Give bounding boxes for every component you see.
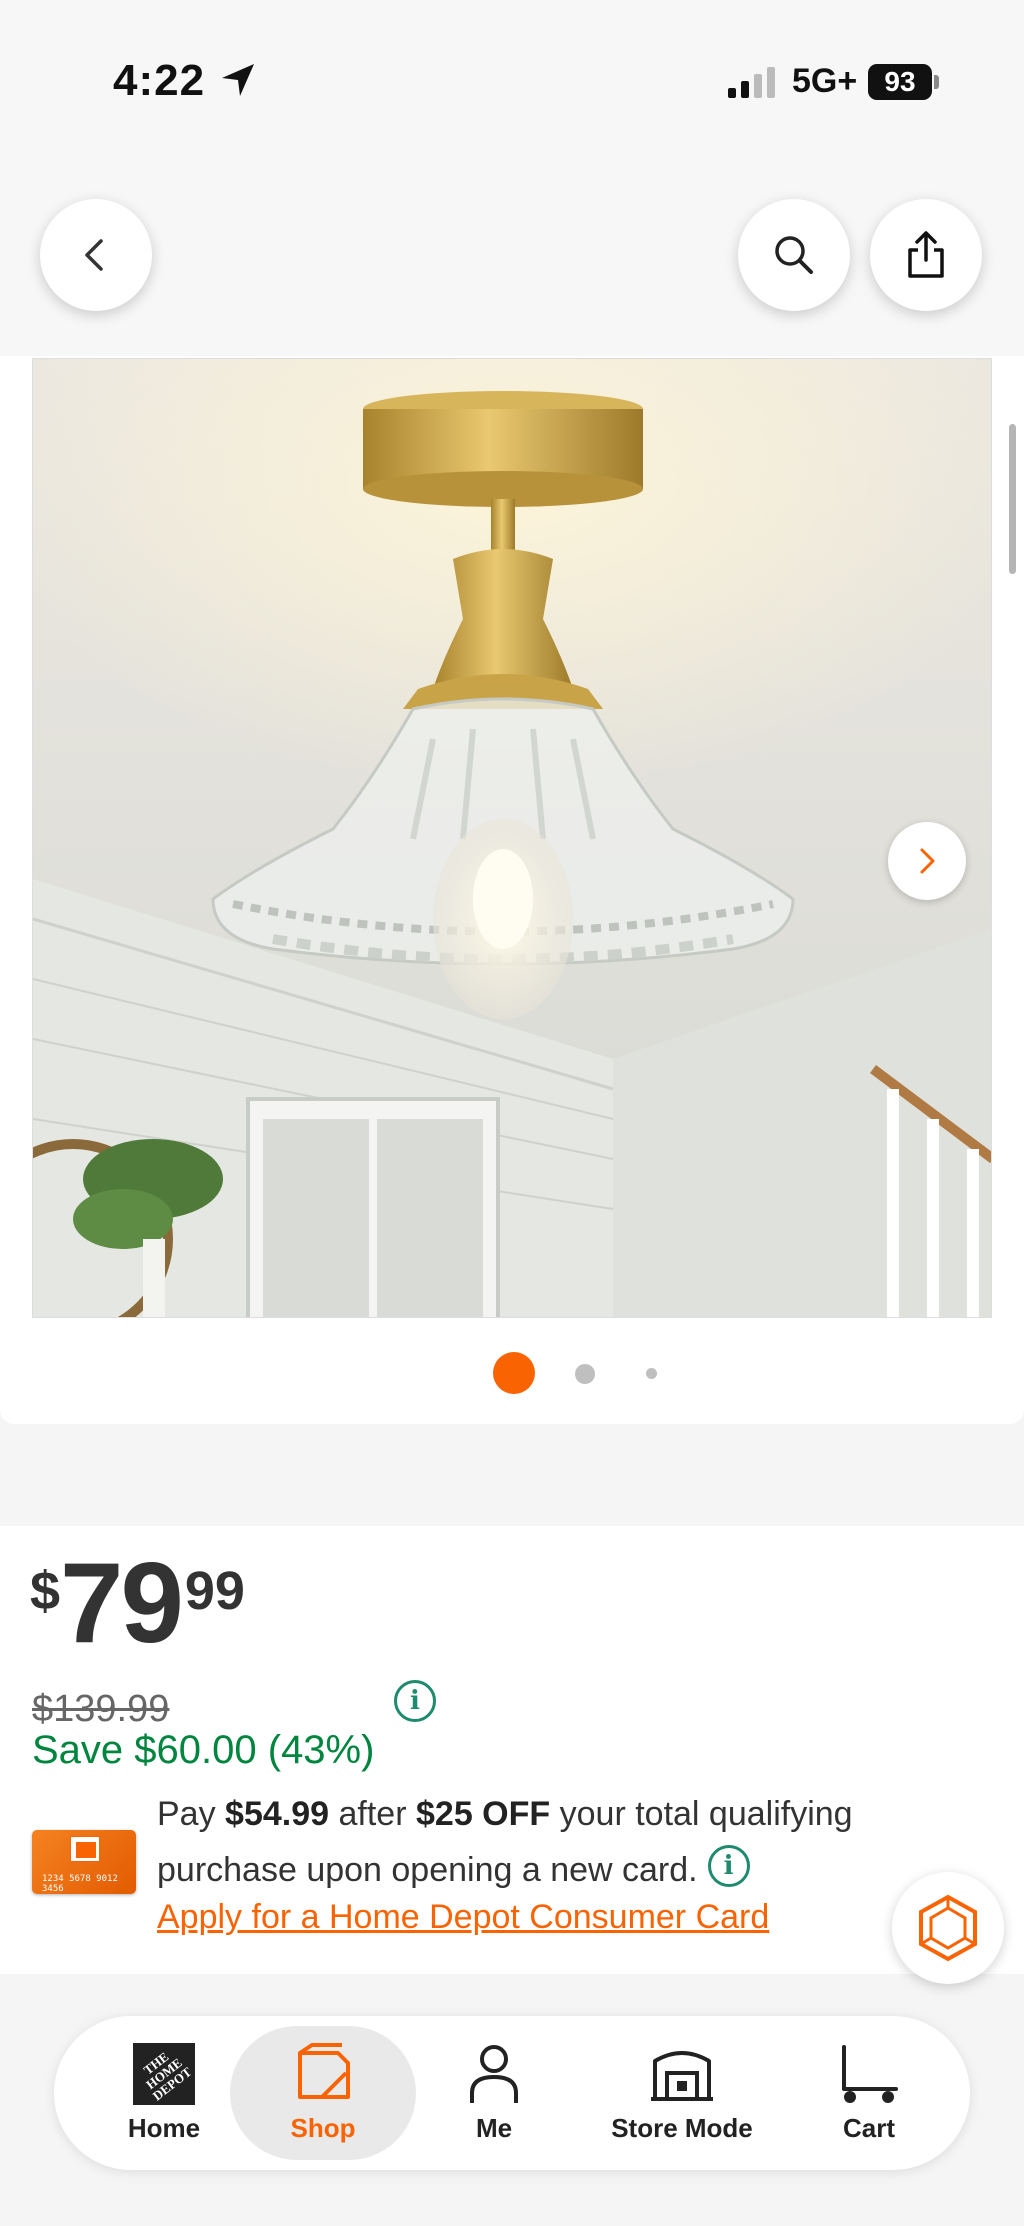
bottom-area: THE HOME DEPOT Home Shop Me Store Mode C… (0, 2000, 1024, 2226)
chevron-left-icon (85, 239, 103, 271)
nav-me-label: Me (475, 2112, 513, 2143)
product-header (0, 170, 1024, 360)
network-type: 5G+ (792, 62, 858, 100)
apply-card-link[interactable]: Apply for a Home Depot Consumer Card (157, 1898, 769, 1937)
price-whole: 79 (60, 1540, 184, 1667)
battery-tip (934, 75, 939, 89)
home-depot-logo-icon: THE HOME DEPOT (133, 2042, 195, 2105)
nav-store-mode-label: Store Mode (611, 2112, 753, 2143)
cart-icon (842, 2044, 898, 2103)
scrollbar[interactable] (1009, 424, 1016, 574)
nav-home[interactable]: THE HOME DEPOT Home (94, 2016, 234, 2170)
nav-shop-label: Shop (290, 2112, 356, 2143)
search-icon (775, 236, 813, 274)
nav-shop[interactable]: Shop (230, 2026, 416, 2160)
info-icon[interactable]: i (394, 1680, 436, 1722)
price-section: $ 79 99 $139.99 i Save $60.00 (43%) 1234… (0, 1526, 1024, 1984)
bottom-navigation: THE HOME DEPOT Home Shop Me Store Mode C… (54, 2016, 970, 2170)
image-pagination (0, 1350, 1024, 1398)
battery-indicator: 93 (868, 64, 932, 100)
shop-tag-icon (298, 2042, 350, 2099)
was-price: $139.99 (32, 1688, 170, 1730)
card-number: 1234 5678 9012 3456 (42, 1874, 118, 1894)
cellular-signal-icon (728, 67, 775, 98)
offer-line1-rest: your total qualifying (559, 1795, 853, 1833)
back-button[interactable] (40, 199, 152, 311)
card-offer-text: Pay $54.99 after $25 OFF your total qual… (157, 1786, 917, 1898)
ceiling-light-product-image (33, 359, 991, 1317)
page-dot[interactable] (575, 1364, 595, 1384)
chevron-right-icon (920, 848, 935, 874)
product-gallery (0, 356, 1024, 1424)
current-price: $ 79 99 (30, 1540, 245, 1667)
offer-discount: $25 OFF (416, 1795, 551, 1833)
card-logo-icon (70, 1836, 100, 1862)
nav-home-label: Home (127, 2112, 201, 2143)
status-time: 4:22 (113, 56, 206, 105)
person-icon (470, 2044, 518, 2103)
nav-me[interactable]: Me (434, 2016, 554, 2170)
status-bar: 4:22 5G+ 93 (0, 0, 1024, 170)
price-currency: $ (30, 1561, 61, 1621)
offer-after: after (338, 1795, 407, 1833)
product-image[interactable] (32, 358, 992, 1318)
offer-line2: purchase upon opening a new card. (157, 1851, 698, 1889)
assistant-button[interactable] (892, 1872, 1004, 1984)
next-image-button[interactable] (888, 822, 966, 900)
share-button[interactable] (870, 199, 982, 311)
price-cents: 99 (184, 1561, 245, 1621)
savings-text: Save $60.00 (43%) (32, 1728, 375, 1772)
info-icon[interactable]: i (707, 1845, 750, 1888)
home-logo-text: THE HOME DEPOT (140, 2048, 195, 2104)
store-icon (651, 2050, 713, 2101)
offer-pay: Pay (157, 1795, 216, 1833)
location-arrow-icon (222, 64, 254, 96)
credit-card-image: 1234 5678 9012 3456 (32, 1830, 136, 1894)
nav-cart[interactable]: Cart (804, 2016, 934, 2170)
page-dot[interactable] (646, 1368, 657, 1379)
nav-cart-label: Cart (842, 2112, 895, 2143)
share-icon (908, 231, 944, 278)
offer-pay-amount: $54.99 (225, 1795, 330, 1833)
search-button[interactable] (738, 199, 850, 311)
hexagon-assistant-icon (919, 1894, 977, 1962)
nav-store-mode[interactable]: Store Mode (582, 2016, 782, 2170)
page-dot-active[interactable] (493, 1352, 535, 1394)
